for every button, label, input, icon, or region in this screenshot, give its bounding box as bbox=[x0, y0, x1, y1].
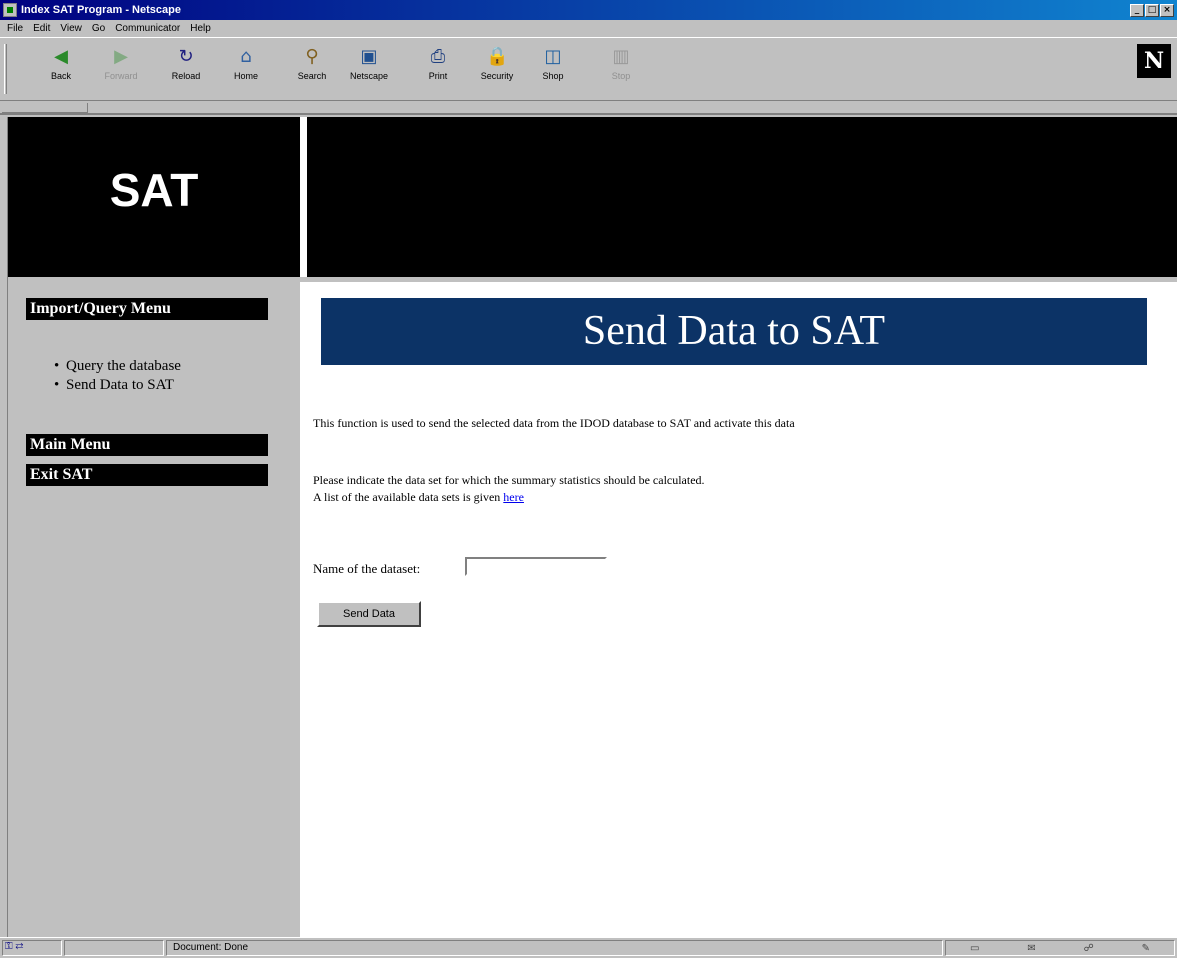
dataset-name-label: Name of the dataset: bbox=[313, 561, 421, 576]
back-button[interactable]: ◀ Back bbox=[34, 46, 88, 94]
menu-edit[interactable]: Edit bbox=[28, 23, 55, 34]
sat-logo: SAT bbox=[109, 164, 199, 216]
netscape-throbber-logo[interactable]: N bbox=[1137, 44, 1171, 78]
search-label: Search bbox=[297, 71, 327, 81]
datasets-list-link[interactable]: here bbox=[503, 490, 524, 504]
forward-button[interactable]: ▶ Forward bbox=[94, 46, 148, 94]
forward-arrow-icon: ▶ bbox=[114, 46, 128, 67]
home-button[interactable]: ⌂ Home bbox=[219, 46, 273, 94]
exit-sat-link[interactable]: Exit SAT bbox=[26, 464, 268, 486]
home-icon: ⌂ bbox=[240, 46, 252, 67]
window-controls: _ □ × bbox=[1130, 3, 1174, 17]
menu-bar: File Edit View Go Communicator Help bbox=[0, 20, 1177, 37]
stop-button[interactable]: ▥ Stop bbox=[594, 46, 648, 94]
composer-icon[interactable]: ✎ bbox=[1142, 943, 1150, 954]
reload-icon: ↻ bbox=[178, 46, 194, 67]
stop-label: Stop bbox=[611, 71, 631, 81]
import-query-menu-header[interactable]: Import/Query Menu bbox=[26, 298, 268, 320]
maximize-button[interactable]: □ bbox=[1145, 3, 1159, 17]
main-menu-link[interactable]: Main Menu bbox=[26, 434, 268, 456]
import-query-menu-list: Query the database Send Data to SAT bbox=[54, 358, 181, 396]
search-icon: ⚲ bbox=[305, 46, 319, 67]
print-icon: ⎙ bbox=[430, 46, 446, 67]
window-left-edge bbox=[0, 117, 8, 937]
navigation-frame: Import/Query Menu Query the database Sen… bbox=[8, 282, 300, 937]
security-lock-icon: 🔒 bbox=[486, 46, 509, 67]
minimize-button[interactable]: _ bbox=[1130, 3, 1144, 17]
banner-frame bbox=[307, 117, 1177, 277]
toolbar-grip[interactable] bbox=[4, 44, 7, 94]
shop-button[interactable]: ◫ Shop bbox=[526, 46, 580, 94]
toolbar-collapse-tab[interactable] bbox=[0, 101, 1177, 115]
status-text: Document: Done bbox=[166, 940, 943, 956]
menu-help[interactable]: Help bbox=[185, 23, 216, 34]
shop-label: Shop bbox=[542, 71, 564, 81]
back-label: Back bbox=[50, 71, 71, 81]
reload-button[interactable]: ↻ Reload bbox=[159, 46, 213, 94]
netscape-icon: ▣ bbox=[360, 46, 378, 67]
status-bar: ⚿ ⇄ Document: Done ▭ ✉ ☍ ✎ bbox=[0, 937, 1177, 958]
logo-frame: SAT bbox=[8, 117, 300, 277]
instruction-text-2-prefix: A list of the available data sets is giv… bbox=[313, 490, 504, 504]
print-label: Print bbox=[428, 71, 448, 81]
netscape-label: Netscape bbox=[349, 71, 389, 81]
mail-icon[interactable]: ✉ bbox=[1027, 943, 1035, 954]
forward-label: Forward bbox=[104, 71, 138, 81]
discussion-icon[interactable]: ☍ bbox=[1084, 943, 1094, 954]
netscape-app-icon[interactable] bbox=[3, 3, 17, 17]
search-button[interactable]: ⚲ Search bbox=[285, 46, 339, 94]
instruction-text-2: A list of the available data sets is giv… bbox=[313, 490, 524, 505]
security-button[interactable]: 🔒 Security bbox=[470, 46, 524, 94]
back-arrow-icon: ◀ bbox=[54, 46, 68, 67]
navigation-toolbar: ◀ Back ▶ Forward ↻ Reload ⌂ Home ⚲ Searc… bbox=[0, 37, 1177, 101]
component-bar: ▭ ✉ ☍ ✎ bbox=[945, 940, 1175, 956]
menu-item-query-database[interactable]: Query the database bbox=[54, 358, 181, 375]
dataset-name-input[interactable] bbox=[465, 557, 607, 576]
instruction-text-1: Please indicate the data set for which t… bbox=[313, 473, 705, 487]
window-title: Index SAT Program - Netscape bbox=[21, 4, 181, 16]
send-data-button[interactable]: Send Data bbox=[317, 601, 421, 627]
print-button[interactable]: ⎙ Print bbox=[411, 46, 465, 94]
menu-view[interactable]: View bbox=[55, 23, 87, 34]
menu-go[interactable]: Go bbox=[87, 23, 110, 34]
menu-file[interactable]: File bbox=[2, 23, 28, 34]
home-label: Home bbox=[233, 71, 258, 81]
netscape-button[interactable]: ▣ Netscape bbox=[342, 46, 396, 94]
shop-icon: ◫ bbox=[544, 46, 562, 67]
reload-label: Reload bbox=[171, 71, 201, 81]
content-frame: Send Data to SAT This function is used t… bbox=[307, 282, 1177, 937]
close-button[interactable]: × bbox=[1160, 3, 1174, 17]
navigator-icon[interactable]: ▭ bbox=[970, 943, 979, 954]
page-heading: Send Data to SAT bbox=[321, 298, 1147, 365]
title-bar: Index SAT Program - Netscape _ □ × bbox=[0, 0, 1177, 20]
security-status-icon[interactable]: ⚿ ⇄ bbox=[2, 940, 62, 956]
menu-item-send-data[interactable]: Send Data to SAT bbox=[54, 377, 181, 394]
menu-communicator[interactable]: Communicator bbox=[110, 23, 185, 34]
progress-bar bbox=[64, 940, 164, 956]
intro-text: This function is used to send the select… bbox=[313, 416, 795, 430]
stop-icon: ▥ bbox=[612, 46, 630, 67]
frame-divider[interactable] bbox=[300, 117, 307, 937]
toolbar-tab-notch[interactable] bbox=[2, 103, 88, 113]
security-label: Security bbox=[480, 71, 514, 81]
